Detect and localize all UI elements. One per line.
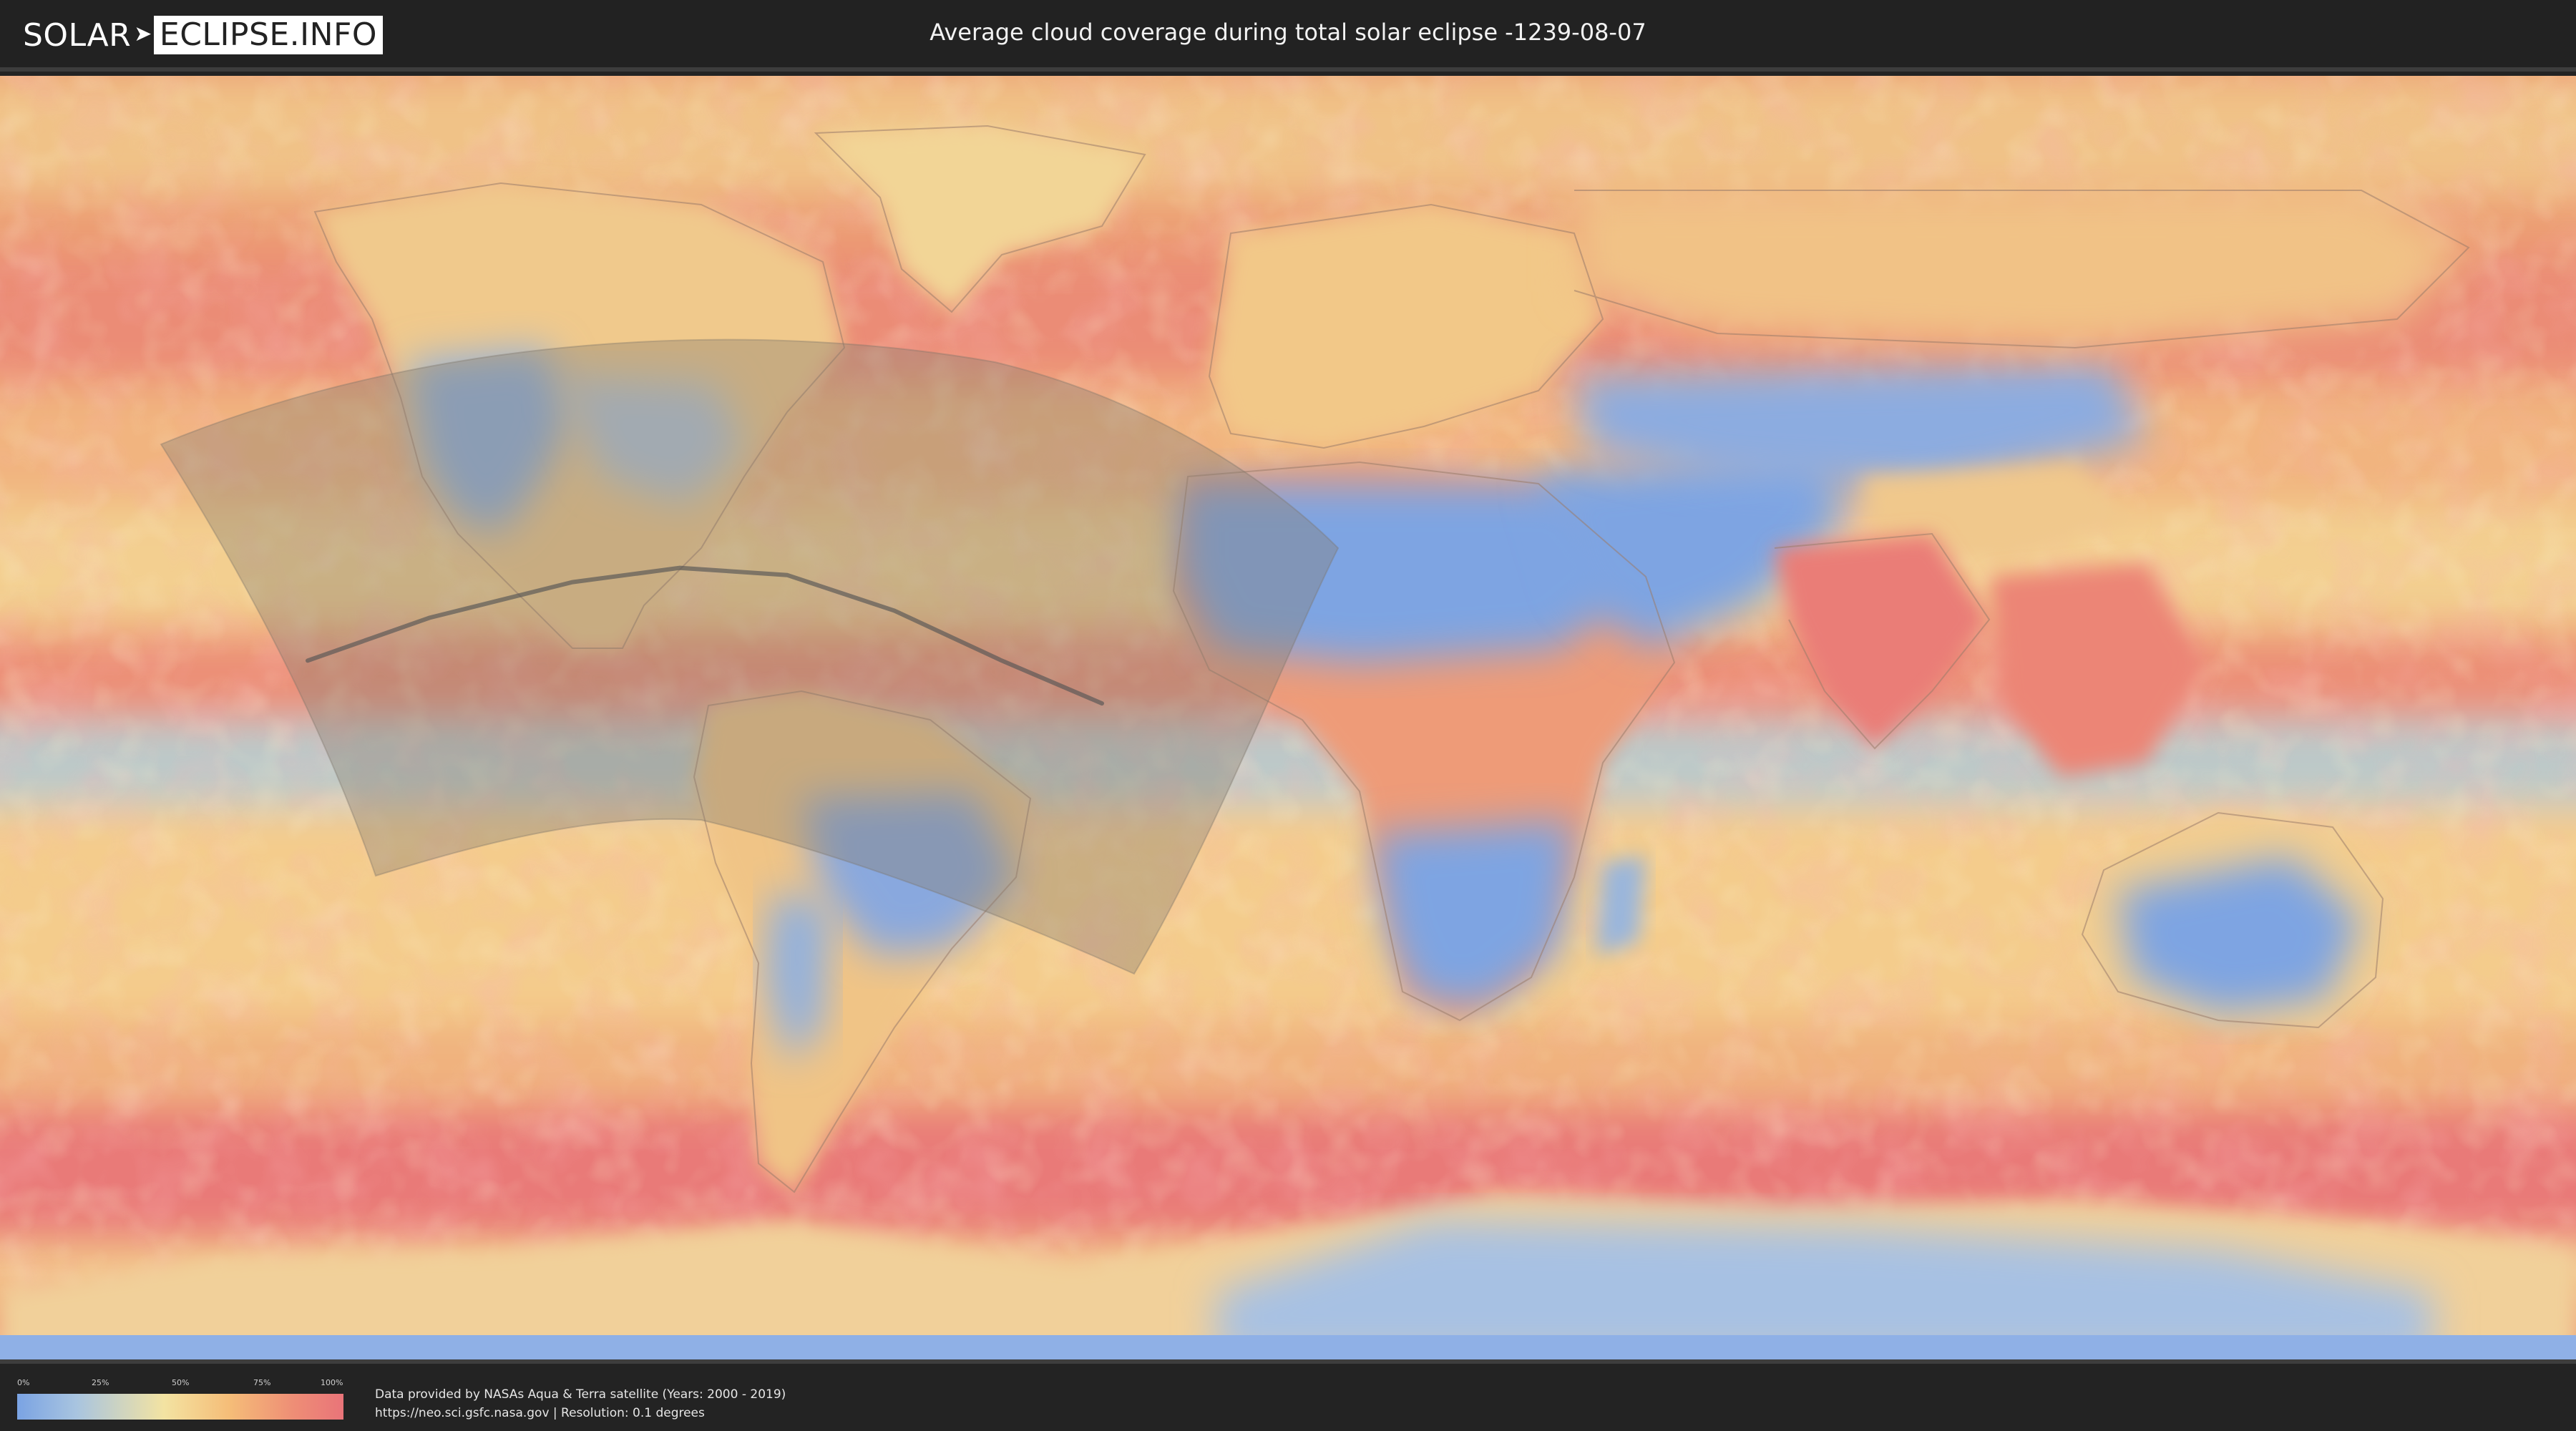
credit-line-1: Data provided by NASAs Aqua & Terra sate… (375, 1387, 786, 1402)
page-title: Average cloud coverage during total sola… (930, 19, 1646, 46)
legend-tick-0: 0% (17, 1378, 30, 1387)
credit-line-2[interactable]: https://neo.sci.gsfc.nasa.gov | Resoluti… (375, 1404, 786, 1422)
legend-tick-100: 100% (321, 1378, 343, 1387)
header-bar: SOLAR ➤ ECLIPSE.INFO Average cloud cover… (0, 0, 2576, 72)
footer-bar: 0% 25% 50% 75% 100% Data provided by NAS… (0, 1359, 2576, 1431)
legend-ticks: 0% 25% 50% 75% 100% (17, 1378, 343, 1392)
legend-color-bar (17, 1394, 343, 1420)
legend-tick-25: 25% (92, 1378, 109, 1387)
madagascar (1596, 856, 1646, 956)
antarctica-edge (0, 1335, 2576, 1359)
data-credits: Data provided by NASAs Aqua & Terra sate… (375, 1385, 786, 1422)
cloud-coverage-legend: 0% 25% 50% 75% 100% (17, 1378, 343, 1420)
map-canvas (0, 76, 2576, 1359)
legend-tick-50: 50% (172, 1378, 190, 1387)
legend-tick-75: 75% (253, 1378, 271, 1387)
cloud-coverage-map[interactable] (0, 76, 2576, 1359)
